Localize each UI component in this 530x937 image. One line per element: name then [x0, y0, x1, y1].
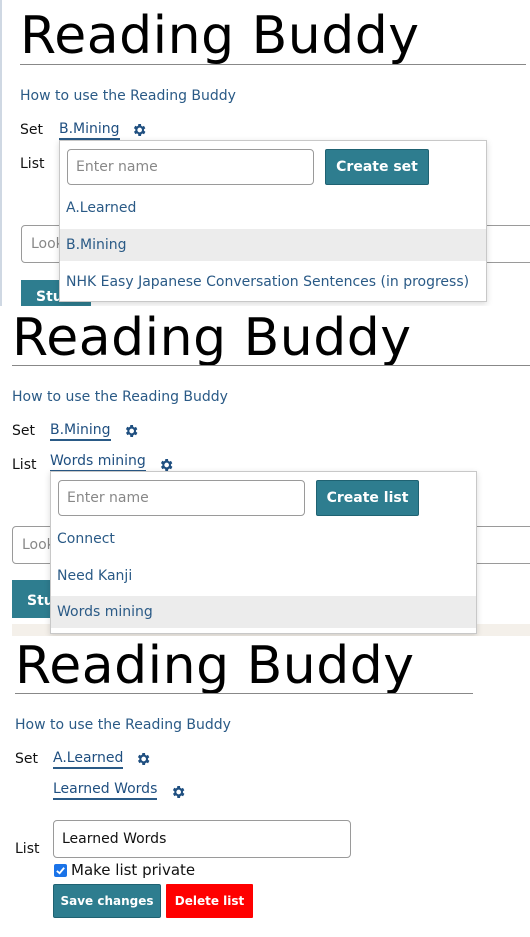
set-settings-gear-icon[interactable] — [131, 122, 147, 138]
title-divider — [15, 693, 473, 694]
set-selector[interactable]: B.Mining — [59, 121, 120, 140]
list-selector[interactable]: Words mining — [50, 453, 146, 472]
set-label: Set — [12, 423, 35, 439]
page-title: Reading Buddy — [15, 636, 415, 696]
help-link[interactable]: How to use the Reading Buddy — [12, 389, 228, 405]
set-label: Set — [20, 122, 43, 138]
set-dropdown-menu: Enter name Create set A.Learned B.Mining… — [59, 140, 487, 302]
dropdown-item-active[interactable]: Words mining — [51, 596, 476, 628]
set-settings-gear-icon[interactable] — [135, 751, 151, 767]
create-list-button[interactable]: Create list — [316, 480, 419, 516]
list-label: List — [15, 841, 40, 857]
list-settings-gear-icon[interactable] — [170, 784, 186, 800]
set-selector[interactable]: A.Learned — [53, 750, 124, 769]
make-private-label[interactable]: Make list private — [71, 861, 195, 879]
save-changes-button[interactable]: Save changes — [53, 884, 161, 918]
checkmark-icon — [56, 867, 65, 875]
dropdown-item[interactable]: A.Learned — [60, 192, 486, 224]
delete-list-button[interactable]: Delete list — [166, 884, 253, 918]
panel-list-dropdown: Reading Buddy How to use the Reading Bud… — [0, 306, 530, 636]
list-label: List — [20, 156, 45, 172]
set-settings-gear-icon[interactable] — [123, 423, 139, 439]
set-label: Set — [15, 751, 38, 767]
title-divider — [20, 64, 526, 65]
help-link[interactable]: How to use the Reading Buddy — [15, 717, 231, 733]
help-link[interactable]: How to use the Reading Buddy — [20, 88, 236, 104]
new-set-name-input[interactable]: Enter name — [67, 149, 314, 185]
create-set-button[interactable]: Create set — [325, 149, 429, 185]
dropdown-item[interactable]: Connect — [51, 523, 476, 555]
page-title: Reading Buddy — [20, 6, 420, 66]
new-list-name-placeholder: Enter name — [67, 490, 149, 506]
dropdown-item[interactable]: Need Kanji — [51, 560, 476, 592]
new-list-name-input[interactable]: Enter name — [58, 480, 305, 516]
make-private-checkbox[interactable] — [54, 864, 67, 877]
title-divider — [12, 365, 530, 366]
list-dropdown-menu: Enter name Create list Connect Need Kanj… — [50, 471, 477, 634]
list-name-value: Learned Words — [62, 831, 167, 847]
dropdown-item[interactable]: NHK Easy Japanese Conversation Sentences… — [60, 266, 486, 298]
list-name-input[interactable]: Learned Words — [53, 820, 351, 858]
panel-set-dropdown: Reading Buddy How to use the Reading Bud… — [0, 0, 530, 306]
list-selector[interactable]: Learned Words — [53, 781, 158, 800]
left-edge-border — [0, 0, 2, 306]
set-selector[interactable]: B.Mining — [50, 422, 111, 441]
dropdown-item-active[interactable]: B.Mining — [60, 229, 486, 261]
list-label: List — [12, 457, 37, 473]
new-set-name-placeholder: Enter name — [76, 159, 158, 175]
page-title: Reading Buddy — [12, 308, 412, 368]
panel-edit-list: Reading Buddy How to use the Reading Bud… — [0, 636, 530, 937]
